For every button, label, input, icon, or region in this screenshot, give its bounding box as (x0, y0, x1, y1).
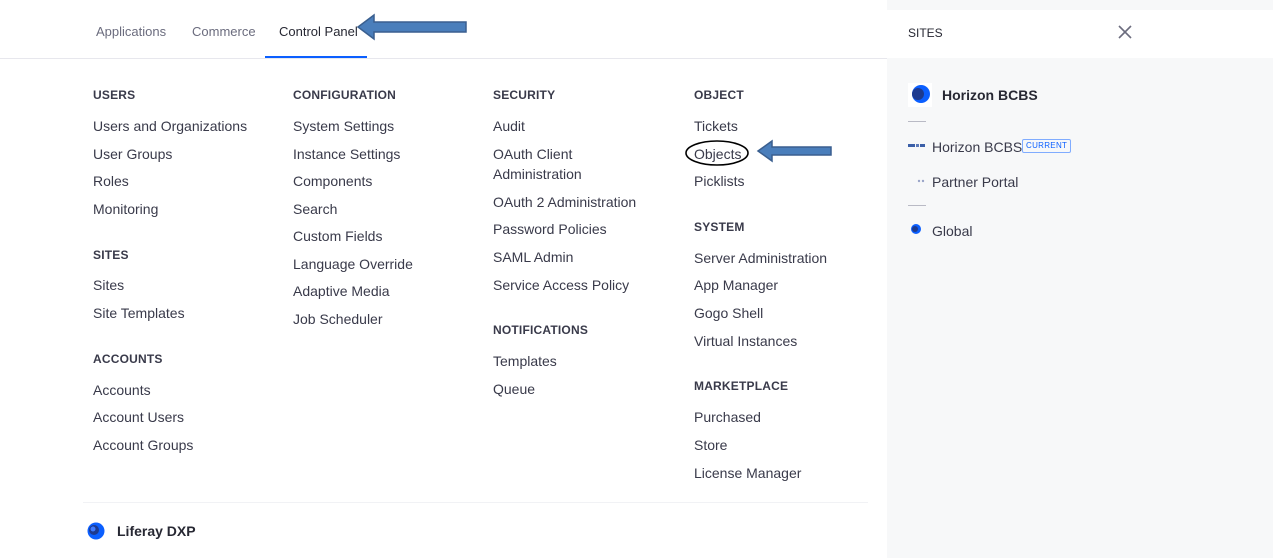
menu-item-sites[interactable]: Sites (93, 275, 124, 295)
menu-item-purchased[interactable]: Purchased (694, 407, 761, 427)
menu-item-accounts[interactable]: Accounts (93, 380, 151, 400)
menu-item-templates[interactable]: Templates (493, 351, 557, 371)
current-site-title: Horizon BCBS (942, 87, 1038, 103)
tab-applications[interactable]: Applications (96, 24, 166, 39)
menu-item-roles[interactable]: Roles (93, 171, 129, 191)
section-title-sites: SITES (93, 248, 129, 262)
menu-item-components[interactable]: Components (293, 171, 372, 191)
menu-item-audit[interactable]: Audit (493, 116, 525, 136)
menu-item-virtual-instances[interactable]: Virtual Instances (694, 331, 797, 351)
menu-item-adaptive-media[interactable]: Adaptive Media (293, 281, 390, 301)
menu-item-license-manager[interactable]: License Manager (694, 463, 801, 483)
menu-item-custom-fields[interactable]: Custom Fields (293, 226, 382, 246)
menu-item-tickets[interactable]: Tickets (694, 116, 738, 136)
site-item-horizon-bcbs[interactable]: Horizon BCBS (932, 139, 1022, 155)
sites-divider (908, 121, 926, 122)
site-item-partner-portal[interactable]: Partner Portal (932, 174, 1018, 190)
site-item-global[interactable]: Global (932, 223, 972, 239)
menu-item-account-users[interactable]: Account Users (93, 407, 184, 427)
menu-item-password-policies[interactable]: Password Policies (493, 219, 607, 239)
footer-divider (83, 502, 868, 503)
menu-item-picklists[interactable]: Picklists (694, 171, 745, 191)
section-title-accounts: ACCOUNTS (93, 352, 163, 366)
menu-item-app-manager[interactable]: App Manager (694, 275, 778, 295)
menu-item-instance-settings[interactable]: Instance Settings (293, 144, 400, 164)
section-title-security: SECURITY (493, 88, 556, 102)
menu-item-account-groups[interactable]: Account Groups (93, 435, 193, 455)
brand-name: Liferay DXP (117, 523, 196, 539)
partner-portal-logo-icon (917, 179, 925, 183)
menu-item-oauth-2-administration[interactable]: OAuth 2 Administration (493, 192, 636, 212)
current-badge: CURRENT (1022, 139, 1072, 153)
menu-item-site-templates[interactable]: Site Templates (93, 303, 185, 323)
menu-item-service-access-policy[interactable]: Service Access Policy (493, 275, 629, 295)
control-panel-menu: Applications Commerce Control Panel USER… (0, 0, 887, 558)
active-tab-indicator (265, 56, 367, 58)
section-title-users: USERS (93, 88, 136, 102)
section-title-system: SYSTEM (694, 220, 745, 234)
menu-item-store[interactable]: Store (694, 435, 727, 455)
tab-commerce[interactable]: Commerce (192, 24, 256, 39)
menu-item-oauth-client-administration[interactable]: OAuth Client Administration (493, 144, 643, 184)
section-title-notifications: NOTIFICATIONS (493, 323, 589, 337)
menu-item-search[interactable]: Search (293, 199, 337, 219)
menu-item-queue[interactable]: Queue (493, 379, 535, 399)
menu-item-job-scheduler[interactable]: Job Scheduler (293, 309, 383, 329)
menu-item-gogo-shell[interactable]: Gogo Shell (694, 303, 763, 323)
menu-item-system-settings[interactable]: System Settings (293, 116, 394, 136)
product-menu-tabs: Applications Commerce Control Panel (0, 0, 887, 59)
menu-item-monitoring[interactable]: Monitoring (93, 199, 158, 219)
tab-sites[interactable]: SITES (887, 10, 958, 58)
liferay-logo-icon (87, 522, 105, 540)
tab-sites-label: SITES (908, 26, 943, 40)
section-title-marketplace: MARKETPLACE (694, 379, 789, 393)
sites-panel: SITES Horizon BCBS Horizon BCBS CURRENT … (887, 0, 1273, 558)
section-title-configuration: CONFIGURATION (293, 88, 397, 102)
tab-control-panel[interactable]: Control Panel (279, 24, 358, 39)
section-title-object: OBJECT (694, 88, 744, 102)
global-divider (908, 205, 926, 206)
menu-item-saml-admin[interactable]: SAML Admin (493, 247, 573, 267)
site-logo-icon (908, 83, 932, 107)
menu-item-user-groups[interactable]: User Groups (93, 144, 172, 164)
menu-item-server-administration[interactable]: Server Administration (694, 248, 827, 268)
menu-item-objects[interactable]: Objects (694, 144, 741, 164)
horizon-bcbs-logo-icon (908, 144, 925, 147)
close-icon[interactable] (1115, 22, 1135, 42)
global-logo-icon (911, 224, 921, 234)
menu-item-language-override[interactable]: Language Override (293, 254, 413, 274)
menu-item-users-and-organizations[interactable]: Users and Organizations (93, 116, 247, 136)
